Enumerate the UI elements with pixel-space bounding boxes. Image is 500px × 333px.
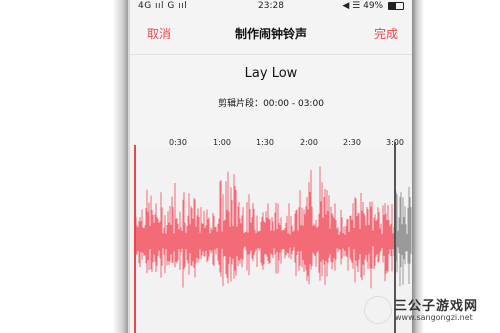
trim-range-label: 剪辑片段：00:00 - 03:00 [218,99,324,109]
page-title: 制作闹钟铃声 [234,27,307,41]
navigation-bar: 取消 制作闹钟铃声 完成 [130,14,412,55]
song-title: Lay Low [244,66,298,81]
status-right-group: ◀ ☰ 49% [342,1,404,11]
status-bar: 4G ııl G ııl 23:28 ◀ ☰ 49% [130,0,412,14]
battery-percent: 49% [363,1,384,11]
ringtone-editor-screen: 4G ııl G ııl 23:28 ◀ ☰ 49% 取消 制作闹钟铃声 完成 … [130,0,412,333]
watermark-url: www.sangongzi.net [395,313,473,322]
site-logo-icon [364,296,392,324]
battery-icon [388,1,404,10]
trim-start-handle[interactable] [134,145,136,333]
watermark-name: 三公子游戏网 [394,299,479,314]
location-wifi-icons: ◀ ☰ [342,1,361,11]
site-watermark: 三公子游戏网 www.sangongzi.net [364,293,492,327]
phone-bezel-left [0,0,128,333]
phone-bezel-right [412,0,500,333]
done-button[interactable]: 完成 [374,25,398,42]
